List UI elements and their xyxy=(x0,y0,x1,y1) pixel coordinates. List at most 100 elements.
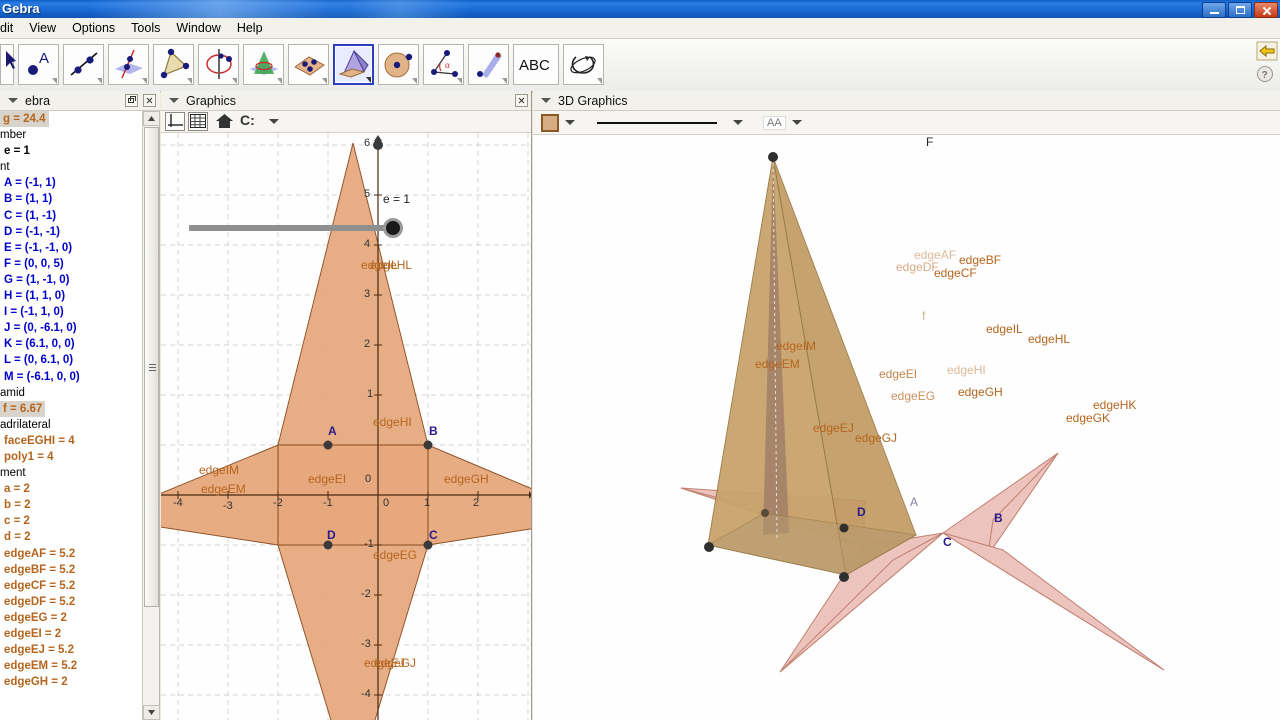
point-capture-dropdown-arrow[interactable] xyxy=(269,119,279,124)
tool-expand-arrow[interactable] xyxy=(597,78,602,84)
algebra-object-row[interactable]: faceEGHI = 4 xyxy=(0,433,140,449)
algebra-object-list[interactable]: g = 24.4 mber e = 1 nt A = (-1, 1) B = (1, 1)… xyxy=(0,111,140,720)
slider-handle[interactable] xyxy=(383,218,403,238)
tool-expand-arrow[interactable] xyxy=(187,78,192,84)
tool-expand-arrow[interactable] xyxy=(277,78,282,84)
tool-expand-arrow[interactable] xyxy=(322,78,327,84)
menu-item-help[interactable]: Help xyxy=(229,19,271,37)
menu-item-tools[interactable]: Tools xyxy=(123,19,168,37)
algebra-object-row[interactable]: edgeCF = 5.2 xyxy=(0,578,140,594)
algebra-object-row[interactable]: K = (6.1, 0, 0) xyxy=(0,336,140,352)
object-color-swatch[interactable] xyxy=(541,113,559,132)
line-style-dropdown-arrow[interactable] xyxy=(733,120,743,125)
grid-toggle-button[interactable] xyxy=(188,112,208,131)
algebra-object-row[interactable]: edgeAF = 5.2 xyxy=(0,546,140,562)
collapse-triangle-icon[interactable] xyxy=(169,98,179,103)
sphere-tool[interactable] xyxy=(378,44,419,85)
menu-item-window[interactable]: Window xyxy=(168,19,228,37)
help-question-icon[interactable]: ? xyxy=(1256,65,1274,83)
algebra-category-row[interactable]: mber xyxy=(0,127,140,143)
scroll-up-arrow[interactable] xyxy=(143,111,160,126)
algebra-object-row[interactable]: C = (1, -1) xyxy=(0,208,140,224)
algebra-object-row[interactable]: I = (-1, 1, 0) xyxy=(0,304,140,320)
line-tool[interactable] xyxy=(63,44,104,85)
algebra-object-row[interactable]: edgeBF = 5.2 xyxy=(0,562,140,578)
minimize-button[interactable] xyxy=(1202,2,1226,18)
rotate-view-tool[interactable] xyxy=(563,44,604,85)
algebra-object-row[interactable]: D = (-1, -1) xyxy=(0,224,140,240)
algebra-object-row[interactable]: edgeDF = 5.2 xyxy=(0,594,140,610)
algebra-object-row[interactable]: poly1 = 4 xyxy=(0,449,140,465)
algebra-object-row[interactable]: B = (1, 1) xyxy=(0,191,140,207)
algebra-object-row[interactable]: edgeEG = 2 xyxy=(0,610,140,626)
algebra-object-row[interactable]: E = (-1, -1, 0) xyxy=(0,240,140,256)
algebra-category-row[interactable]: amid xyxy=(0,385,140,401)
algebra-object-row[interactable]: f = 6.67 xyxy=(0,400,140,417)
algebra-object-row[interactable]: F = (0, 0, 5) xyxy=(0,256,140,272)
algebra-object-row[interactable]: L = (0, 6.1, 0) xyxy=(0,352,140,368)
perpendicular-plane-tool[interactable] xyxy=(108,44,149,85)
menu-item-options[interactable]: Options xyxy=(64,19,123,37)
slider-track[interactable] xyxy=(189,225,394,231)
algebra-close-button[interactable] xyxy=(143,94,156,107)
undo-arrow-icon[interactable] xyxy=(1256,41,1278,61)
tool-expand-arrow[interactable] xyxy=(366,77,371,83)
algebra-scrollbar[interactable] xyxy=(142,111,160,720)
maximize-button[interactable] xyxy=(1228,2,1252,18)
algebra-object-row[interactable]: c = 2 xyxy=(0,513,140,529)
algebra-object-row[interactable]: b = 2 xyxy=(0,497,140,513)
tool-expand-arrow[interactable] xyxy=(457,78,462,84)
algebra-object-row[interactable]: J = (0, -6.1, 0) xyxy=(0,320,140,336)
plane-through-points-tool[interactable] xyxy=(288,44,329,85)
collapse-triangle-icon[interactable] xyxy=(541,98,551,103)
text-tool[interactable]: ABC xyxy=(513,44,559,85)
collapse-triangle-icon[interactable] xyxy=(8,98,18,103)
point-tool[interactable]: A xyxy=(18,44,59,85)
tool-expand-arrow[interactable] xyxy=(52,78,57,84)
point-capture-button[interactable]: C: xyxy=(240,112,266,131)
tool-expand-arrow[interactable] xyxy=(97,78,102,84)
axes-toggle-button[interactable] xyxy=(165,112,185,131)
algebra-category-row[interactable]: ment xyxy=(0,465,140,481)
scrollbar-thumb[interactable] xyxy=(144,127,159,607)
algebra-object-row[interactable]: edgeEJ = 5.2 xyxy=(0,642,140,658)
algebra-object-row[interactable]: d = 2 xyxy=(0,529,140,545)
algebra-restore-button[interactable] xyxy=(125,94,138,107)
reflect-tool[interactable] xyxy=(468,44,509,85)
algebra-object-row[interactable]: a = 2 xyxy=(0,481,140,497)
cone-tool[interactable] xyxy=(243,44,284,85)
menu-item-edit[interactable]: dit xyxy=(0,19,21,37)
algebra-object-row[interactable]: G = (1, -1, 0) xyxy=(0,272,140,288)
circle-axis-tool[interactable] xyxy=(198,44,239,85)
home-view-button[interactable] xyxy=(215,112,235,131)
algebra-category-row[interactable]: nt xyxy=(0,159,140,175)
scroll-down-arrow[interactable] xyxy=(143,705,160,720)
tool-expand-arrow[interactable] xyxy=(502,78,507,84)
text-size-button[interactable]: AA xyxy=(763,115,786,130)
algebra-object-row[interactable]: edgeGH = 2 xyxy=(0,674,140,690)
color-dropdown-arrow[interactable] xyxy=(565,120,575,125)
polygon-tool[interactable] xyxy=(153,44,194,85)
line-style-sample[interactable] xyxy=(597,121,717,124)
svg-text:?: ? xyxy=(1262,70,1268,81)
tool-expand-arrow[interactable] xyxy=(232,78,237,84)
graphics-2d-canvas[interactable]: -4 -3 -2 -1 0 1 2 6 5 4 3 2 1 0 -1 -2 -3… xyxy=(161,133,531,720)
algebra-object-row[interactable]: edgeEM = 5.2 xyxy=(0,658,140,674)
algebra-object-row[interactable]: A = (-1, 1) xyxy=(0,175,140,191)
algebra-object-row[interactable]: e = 1 xyxy=(0,143,140,159)
pyramid-tool[interactable] xyxy=(333,44,374,85)
tool-expand-arrow[interactable] xyxy=(142,78,147,84)
text-size-dropdown-arrow[interactable] xyxy=(791,120,802,125)
tool-expand-arrow[interactable] xyxy=(412,78,417,84)
algebra-object-row[interactable]: H = (1, 1, 0) xyxy=(0,288,140,304)
algebra-category-row[interactable]: adrilateral xyxy=(0,417,140,433)
graphics-close-button[interactable] xyxy=(515,94,528,107)
angle-tool[interactable]: α xyxy=(423,44,464,85)
graphics-3d-canvas[interactable]: F A B C D edgeAF edgeBF edgeCF edgeDF ed… xyxy=(533,135,1280,720)
algebra-object-row[interactable]: g = 24.4 xyxy=(0,111,140,128)
menu-item-view[interactable]: View xyxy=(21,19,64,37)
move-tool[interactable] xyxy=(0,44,16,85)
algebra-object-row[interactable]: edgeEI = 2 xyxy=(0,626,140,642)
close-button[interactable] xyxy=(1254,2,1278,18)
algebra-object-row[interactable]: M = (-6.1, 0, 0) xyxy=(0,369,140,385)
